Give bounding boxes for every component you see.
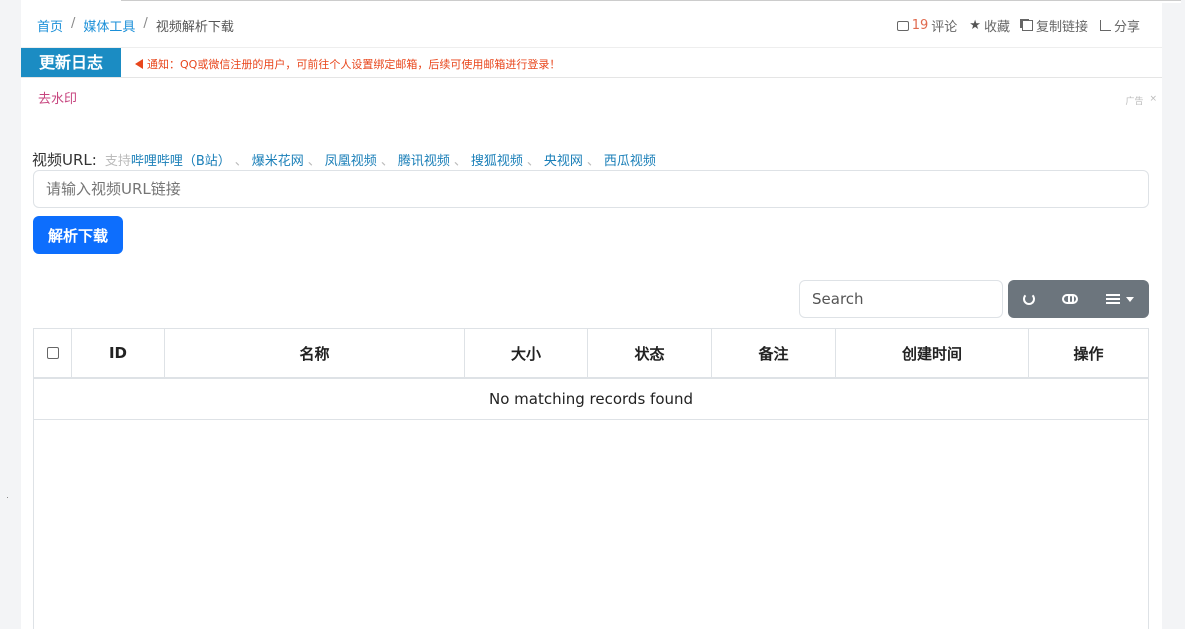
platform-sep: 、 [307,154,321,169]
table-header: ID 名称 大小 状态 备注 创建时间 操作 [34,329,1148,379]
list-icon [1105,294,1120,304]
ad-close-icon[interactable]: × [1149,94,1157,107]
column-header-id[interactable]: ID [72,329,165,377]
toggle-icon [1061,294,1078,304]
stray-dot [7,497,8,498]
breadcrumb-category[interactable]: 媒体工具 [83,16,135,35]
platform-link[interactable]: 爆米花网 [252,150,304,169]
notice-bar: 更新日志 通知：QQ或微信注册的用户，可前往个人设置绑定邮箱，后续可使用邮箱进行… [21,48,1162,78]
platform-link[interactable]: 腾讯视频 [398,150,450,169]
platform-sep: 、 [380,154,394,169]
breadcrumb-current: 视频解析下载 [155,20,234,35]
comment-count: 19 [911,18,929,33]
ad-text: 广告 [1125,97,1144,107]
comment-label: 评论 [931,20,958,35]
notice-text: 通知：QQ或微信注册的用户，可前往个人设置绑定邮箱，后续可使用邮箱进行登录！ [147,58,561,71]
watermark-link[interactable]: 去水印 [38,88,77,107]
copy-link-label: 复制链接 [1035,20,1088,35]
platform-link[interactable]: 搜狐视频 [471,150,523,169]
megaphone-icon [135,59,143,69]
ad-label: 广告 × [1125,94,1157,107]
breadcrumb-separator: / [71,16,76,31]
platform-link[interactable]: 央视网 [544,150,583,169]
copy-icon [1021,20,1033,31]
header-actions: 19 评论 ★ 收藏 复制链接 分享 [896,16,1140,36]
breadcrumb: 首页 / 媒体工具 / 视频解析下载 [37,16,234,35]
share-button[interactable]: 分享 [1099,16,1140,35]
video-url-input[interactable] [33,170,1149,208]
favorite-button[interactable]: ★ 收藏 [969,16,1010,36]
url-label: 视频URL: [32,151,97,169]
platform-sep: 、 [234,154,248,169]
toggle-view-button[interactable] [1049,280,1090,318]
column-header-status[interactable]: 状态 [588,329,712,377]
share-icon [1099,20,1111,31]
url-label-row: 视频URL: 支持 哔哩哔哩（B站） 、 爆米花网 、 凤凰视频 、 腾讯视频 … [32,149,656,170]
platform-sep: 、 [586,154,600,169]
platform-link[interactable]: 哔哩哔哩（B站） [131,150,231,169]
favorite-label: 收藏 [983,20,1010,35]
star-icon: ★ [969,17,981,33]
table-search-input[interactable] [799,280,1003,318]
records-table: ID 名称 大小 状态 备注 创建时间 操作 No matching recor… [33,328,1149,629]
column-header-size[interactable]: 大小 [465,329,588,377]
platform-sep: 、 [526,154,540,169]
copy-link-button[interactable]: 复制链接 [1021,16,1088,35]
column-header-name[interactable]: 名称 [165,329,465,377]
parse-download-button[interactable]: 解析下载 [33,216,123,254]
comment-icon [896,20,909,31]
page-container: 首页 / 媒体工具 / 视频解析下载 19 评论 ★ 收藏 复制链接 分享 更新… [21,0,1181,629]
table-toolbar [1008,280,1149,318]
breadcrumb-home[interactable]: 首页 [37,16,63,35]
breadcrumb-separator: / [143,16,148,31]
select-all-cell [34,329,72,377]
platform-link[interactable]: 西瓜视频 [604,150,656,169]
support-prefix: 支持 [104,154,131,169]
caret-down-icon [1125,296,1134,302]
comment-button[interactable]: 19 评论 [896,16,958,35]
notice-message: 通知：QQ或微信注册的用户，可前往个人设置绑定邮箱，后续可使用邮箱进行登录！ [135,56,560,72]
column-header-created[interactable]: 创建时间 [836,329,1029,377]
platform-link[interactable]: 凤凰视频 [325,150,377,169]
select-all-checkbox[interactable] [46,347,59,359]
top-tab-edge [121,0,1181,3]
column-header-actions: 操作 [1073,344,1104,363]
empty-message: No matching records found [34,379,1148,420]
changelog-button[interactable]: 更新日志 [21,48,121,77]
refresh-icon [1022,293,1035,305]
platform-sep: 、 [453,154,467,169]
refresh-button[interactable] [1008,280,1049,318]
column-header-remark[interactable]: 备注 [712,329,836,377]
columns-dropdown-button[interactable] [1090,280,1149,318]
share-label: 分享 [1113,20,1140,35]
